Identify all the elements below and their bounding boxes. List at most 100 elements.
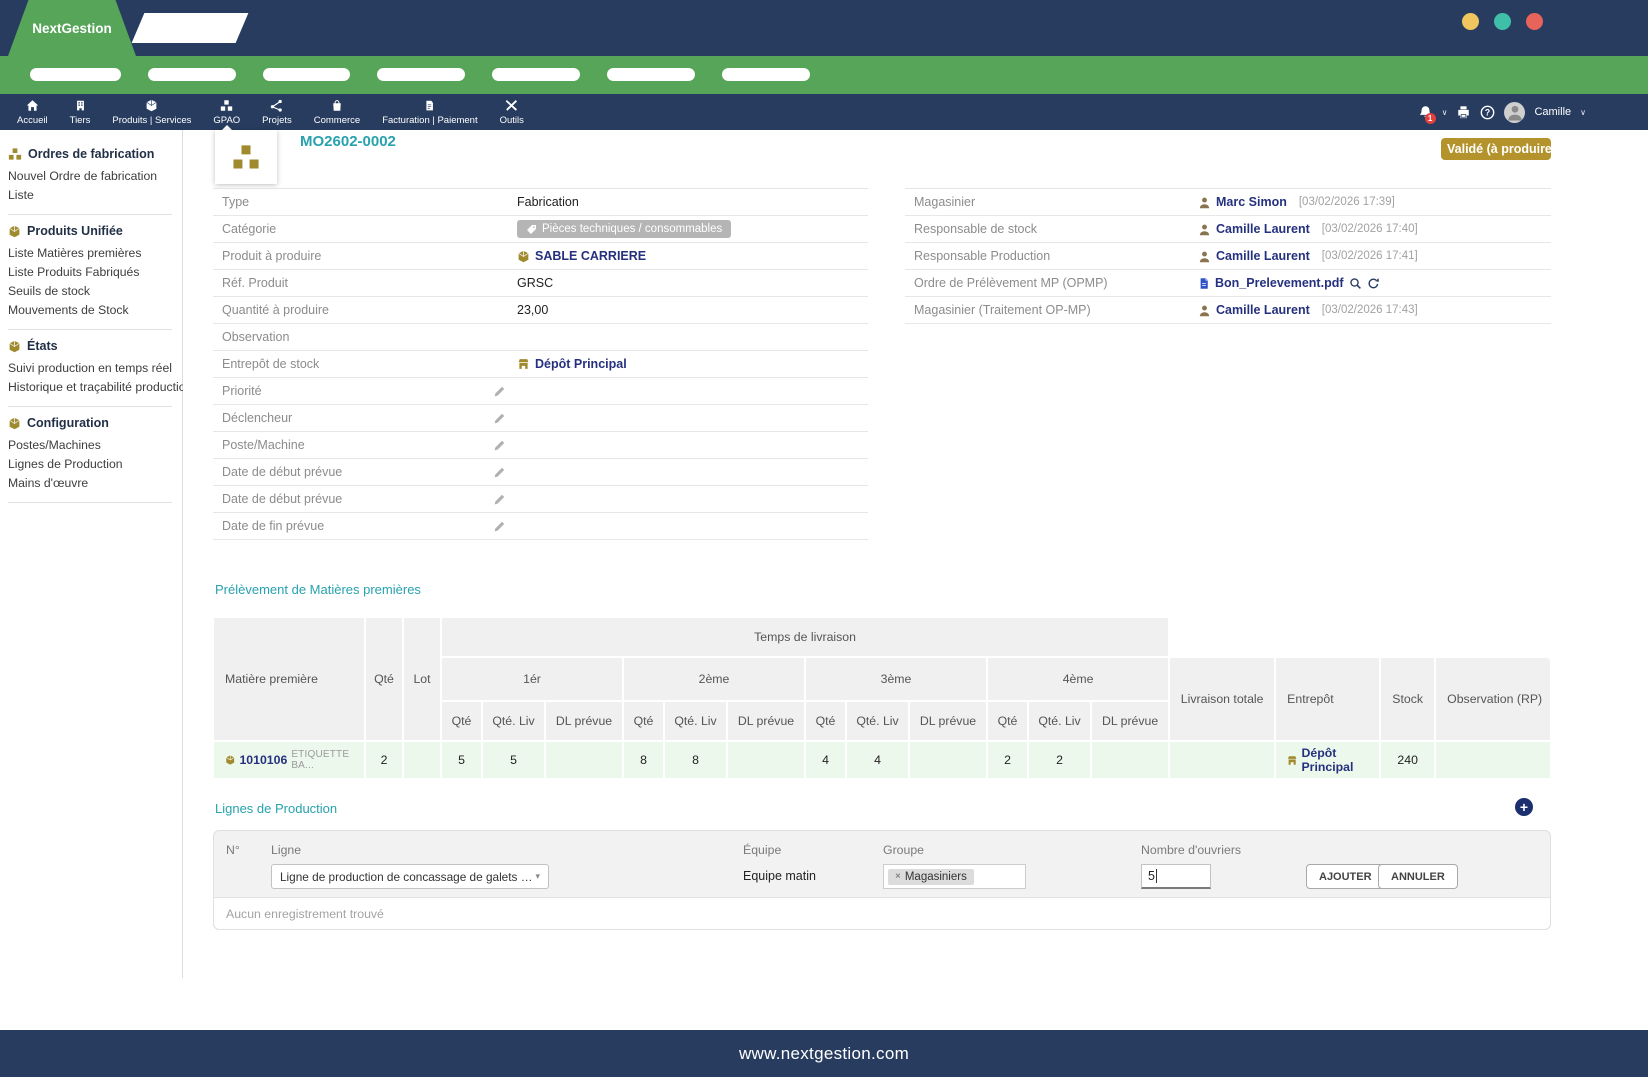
edit-date-fin-button[interactable]: [493, 520, 506, 533]
edit-date-debut-button[interactable]: [493, 466, 506, 479]
building-icon: [75, 99, 86, 112]
pdf-file-icon: [1198, 277, 1210, 290]
production-section-title: Lignes de Production: [215, 801, 337, 816]
cell-p2-qty: 8: [623, 741, 664, 779]
detail-row-declencheur: Déclencheur: [213, 405, 868, 432]
ajouter-button[interactable]: AJOUTER: [1306, 864, 1385, 889]
refresh-icon[interactable]: [1367, 277, 1380, 290]
edit-priorite-button[interactable]: [493, 385, 506, 398]
detail-row-priorite: Priorité: [213, 378, 868, 405]
col-p1-dl: DL prévue: [545, 701, 623, 741]
detail-row-quantite: Quantité à produire 23,00: [213, 297, 868, 324]
empty-records-message: Aucun enregistrement trouvé: [214, 897, 1550, 929]
sidebar-item-postes-machines[interactable]: Postes/Machines: [8, 436, 174, 455]
edit-poste-machine-button[interactable]: [493, 439, 506, 452]
sidebar-item-mains-oeuvre[interactable]: Mains d'œuvre: [8, 474, 174, 493]
team-value: Equipe matin: [743, 869, 816, 883]
footer-url: www.nextgestion.com: [739, 1044, 909, 1064]
nav-item-tiers[interactable]: Tiers: [59, 94, 102, 130]
pencil-icon: [493, 466, 506, 479]
sidebar-item-lignes-production[interactable]: Lignes de Production: [8, 455, 174, 474]
print-button[interactable]: [1456, 105, 1471, 119]
magasinier-opmp-link[interactable]: Camille Laurent: [1216, 303, 1310, 317]
cubes-icon: [220, 99, 233, 112]
warehouse-link[interactable]: Dépôt Principal: [535, 357, 627, 371]
opmp-file-link[interactable]: Bon_Prelevement.pdf: [1215, 276, 1344, 290]
nav-item-accueil[interactable]: Accueil: [6, 94, 59, 130]
remove-chip-icon[interactable]: ×: [895, 871, 901, 882]
warehouse-icon: [1287, 755, 1297, 766]
cell-p3-liv: 4: [846, 741, 909, 779]
cubes-icon: [230, 142, 262, 172]
annuler-button[interactable]: ANNULER: [1378, 864, 1458, 889]
sidebar-item-liste[interactable]: Liste: [8, 186, 174, 205]
resp-stock-link[interactable]: Camille Laurent: [1216, 222, 1310, 236]
nav-item-projets[interactable]: Projets: [251, 94, 303, 130]
user-avatar[interactable]: [1504, 102, 1525, 123]
detail-row-opmp: Ordre de Prélèvement MP (OPMP) Bon_Prele…: [905, 270, 1551, 297]
detail-row-magasinier: Magasinier Marc Simon [03/02/2026 17:39]: [905, 189, 1551, 216]
notifications-button[interactable]: 1: [1418, 105, 1433, 120]
help-button[interactable]: ?: [1480, 105, 1495, 120]
detail-row-entrepot: Entrepôt de stock Dépôt Principal: [213, 351, 868, 378]
sidebar-item-suivi-production[interactable]: Suivi production en temps réel: [8, 359, 174, 378]
person-icon: [1198, 196, 1211, 209]
bookmark-pill[interactable]: [148, 68, 236, 81]
warehouse-icon: [517, 358, 530, 370]
col-p1-qte: Qté: [441, 701, 482, 741]
category-chip: Pièces techniques / consommables: [517, 220, 731, 238]
responsibles-details: Magasinier Marc Simon [03/02/2026 17:39]…: [905, 188, 1551, 324]
box-icon: [8, 340, 21, 353]
col-groupe: Groupe: [883, 843, 924, 857]
caret-down-icon: ▾: [535, 871, 540, 882]
sidebar-item-nouvel-ordre[interactable]: Nouvel Ordre de fabrication: [8, 167, 174, 186]
bookmark-pill[interactable]: [377, 68, 465, 81]
nav-item-facturation[interactable]: Facturation | Paiement: [371, 94, 488, 130]
col-p3-dl: DL prévue: [909, 701, 987, 741]
sidebar-item-liste-produits-fabriques[interactable]: Liste Produits Fabriqués: [8, 263, 174, 282]
nav-item-outils[interactable]: Outils: [489, 94, 535, 130]
nav-items: Accueil Tiers Produits | Services GPAO P…: [0, 94, 535, 130]
cell-stock: 240: [1380, 741, 1435, 779]
bookmark-pill[interactable]: [607, 68, 695, 81]
add-production-line-button[interactable]: +: [1515, 798, 1533, 816]
nav-item-produits-services[interactable]: Produits | Services: [101, 94, 202, 130]
browser-tab-shape: [132, 13, 249, 43]
sidebar-item-liste-matieres[interactable]: Liste Matières premières: [8, 244, 174, 263]
window-close-button[interactable]: [1526, 13, 1543, 30]
bookmark-pill[interactable]: [492, 68, 580, 81]
user-name[interactable]: Camille: [1534, 106, 1571, 118]
product-link[interactable]: SABLE CARRIERE: [535, 249, 646, 263]
ref-value: GRSC: [493, 276, 553, 290]
magasinier-link[interactable]: Marc Simon: [1216, 195, 1287, 209]
zoom-icon[interactable]: [1349, 277, 1362, 290]
chevron-down-icon[interactable]: ∨: [1442, 108, 1448, 117]
bookmark-pill[interactable]: [30, 68, 121, 81]
edit-declencheur-button[interactable]: [493, 412, 506, 425]
sidebar-item-seuils-stock[interactable]: Seuils de stock: [8, 282, 174, 301]
sidebar-item-mouvements-stock[interactable]: Mouvements de Stock: [8, 301, 174, 320]
edit-date-debut-2-button[interactable]: [493, 493, 506, 506]
timestamp: [03/02/2026 17:41]: [1322, 250, 1418, 262]
nav-item-gpao[interactable]: GPAO: [202, 94, 251, 130]
col-p2-dl: DL prévue: [727, 701, 805, 741]
resp-production-link[interactable]: Camille Laurent: [1216, 249, 1310, 263]
row-warehouse-link[interactable]: Dépôt Principal: [1301, 746, 1379, 774]
window-restore-button[interactable]: [1494, 13, 1511, 30]
col-matiere-premiere: Matière première: [213, 617, 365, 741]
col-entrepot: Entrepôt: [1275, 657, 1380, 741]
tag-icon: [526, 224, 537, 235]
bookmark-pill[interactable]: [263, 68, 350, 81]
timestamp: [03/02/2026 17:40]: [1322, 223, 1418, 235]
chevron-down-icon[interactable]: ∨: [1580, 108, 1586, 117]
col-periode-1: 1ér: [441, 657, 623, 701]
sidebar-item-historique-tracabilite[interactable]: Historique et traçabilité production: [8, 378, 174, 397]
group-multiselect[interactable]: × Magasiniers: [883, 864, 1026, 889]
line-select[interactable]: Ligne de production de concassage de gal…: [271, 864, 549, 889]
nav-item-commerce[interactable]: Commerce: [303, 94, 371, 130]
window-minimize-button[interactable]: [1462, 13, 1479, 30]
workers-count-input[interactable]: 5: [1141, 864, 1211, 889]
bookmark-pill[interactable]: [722, 68, 810, 81]
text-cursor: [1156, 869, 1157, 883]
material-link[interactable]: 1010106: [239, 753, 287, 767]
